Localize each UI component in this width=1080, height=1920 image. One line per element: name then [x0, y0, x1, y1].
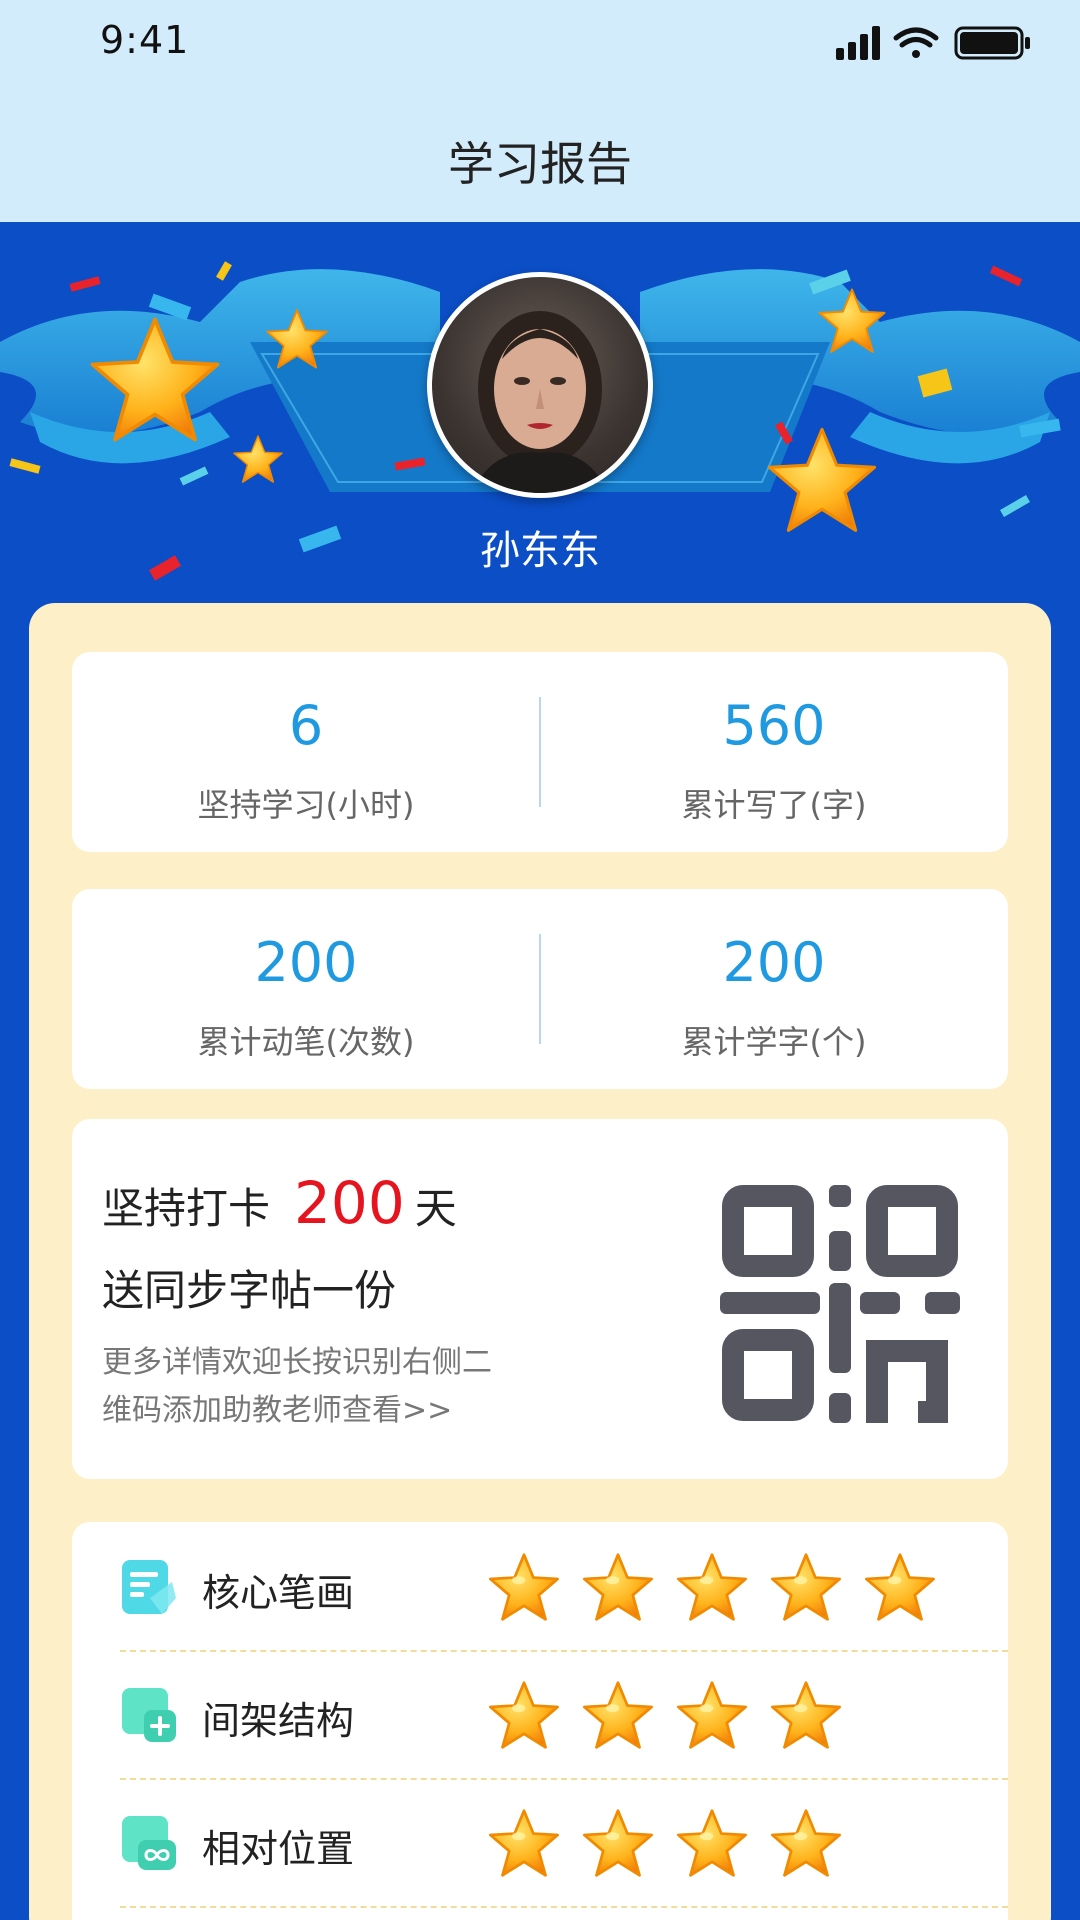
add-frame-icon	[122, 1688, 176, 1742]
stats-card-1: 6 坚持学习(小时) 560 累计写了(字)	[72, 652, 1008, 852]
stat-value: 6	[288, 694, 324, 757]
star-icon	[676, 1552, 748, 1622]
stat-label: 累计动笔(次数)	[197, 1023, 415, 1061]
rating-row-core-strokes: 核心笔画	[72, 1522, 1008, 1650]
star-icon	[582, 1808, 654, 1878]
stat-label: 累计学字(个)	[681, 1023, 867, 1061]
rating-stars	[488, 1680, 864, 1750]
rating-row-structure: 间架结构	[72, 1650, 1008, 1778]
ratings-card: 核心笔画 间架结构 相对位置	[72, 1522, 1008, 1920]
star-icon	[770, 1808, 842, 1878]
checkin-suffix: 天	[414, 1184, 457, 1233]
star-icon	[488, 1680, 560, 1750]
star-icon	[770, 1552, 842, 1622]
checkin-headline: 坚持打卡 200 天	[102, 1169, 457, 1237]
rating-label: 间架结构	[202, 1699, 355, 1743]
stat-writing-sessions: 200 累计动笔(次数)	[72, 889, 540, 1089]
rating-stars	[488, 1808, 864, 1878]
document-icon	[122, 1560, 176, 1614]
stat-characters-written: 560 累计写了(字)	[540, 652, 1008, 852]
status-time: 9:41	[100, 18, 190, 62]
page-title: 学习报告	[448, 137, 632, 191]
star-icon	[770, 1680, 842, 1750]
star-icon	[676, 1680, 748, 1750]
header-bar: 9:41 学习报告	[0, 0, 1080, 222]
checkin-prefix: 坚持打卡	[102, 1184, 271, 1233]
rating-stars	[488, 1552, 958, 1622]
stat-label: 坚持学习(小时)	[197, 786, 415, 824]
checkin-desc-line1: 更多详情欢迎长按识别右侧二	[102, 1345, 492, 1380]
stat-value: 200	[722, 931, 826, 994]
star-icon	[582, 1552, 654, 1622]
avatar[interactable]	[427, 272, 653, 498]
checkin-days: 200	[294, 1169, 405, 1237]
battery-icon	[954, 26, 1030, 60]
rating-row-position: 相对位置	[72, 1778, 1008, 1906]
status-icons	[836, 26, 1030, 60]
stat-label: 累计写了(字)	[681, 786, 867, 824]
stat-characters-learned: 200 累计学字(个)	[540, 889, 1008, 1089]
checkin-reward: 送同步字帖一份	[102, 1266, 397, 1315]
stat-study-hours: 6 坚持学习(小时)	[72, 652, 540, 852]
checkin-card: 坚持打卡 200 天 送同步字帖一份 更多详情欢迎长按识别右侧二 维码添加助教老师查…	[72, 1119, 1008, 1479]
star-icon	[582, 1680, 654, 1750]
checkin-desc-line2: 维码添加助教老师查看>>	[102, 1393, 453, 1428]
star-icon	[864, 1552, 936, 1622]
star-icon	[676, 1808, 748, 1878]
row-divider	[120, 1906, 1008, 1908]
rating-label: 相对位置	[202, 1827, 355, 1871]
signal-icon	[836, 26, 880, 60]
stat-value: 560	[722, 694, 826, 757]
user-name: 孙东东	[480, 528, 600, 574]
rating-label: 核心笔画	[202, 1571, 355, 1615]
star-icon	[488, 1808, 560, 1878]
checkin-description[interactable]: 更多详情欢迎长按识别右侧二 维码添加助教老师查看>>	[102, 1339, 582, 1435]
stats-card-2: 200 累计动笔(次数) 200 累计学字(个)	[72, 889, 1008, 1089]
stat-value: 200	[254, 931, 358, 994]
qr-code-icon[interactable]	[720, 1183, 960, 1423]
infinity-icon	[122, 1816, 176, 1870]
avatar-portrait	[472, 311, 608, 493]
star-icon	[488, 1552, 560, 1622]
wifi-icon	[893, 27, 939, 58]
